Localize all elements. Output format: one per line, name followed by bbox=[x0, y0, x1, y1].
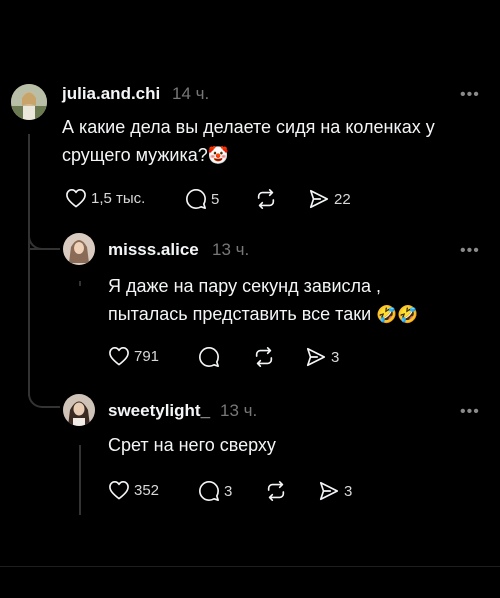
thread-line bbox=[79, 281, 81, 286]
avatar[interactable] bbox=[63, 394, 95, 426]
reply-text-line: Я даже на пару секунд зависла , bbox=[108, 276, 382, 296]
like-button[interactable]: 1,5 тыс. bbox=[65, 188, 145, 208]
repost-button[interactable] bbox=[255, 188, 277, 210]
comment-icon bbox=[199, 481, 219, 501]
heart-icon bbox=[109, 481, 129, 500]
clown-emoji: 🤡 bbox=[207, 146, 229, 165]
send-button[interactable]: 3 bbox=[305, 346, 339, 368]
thread-connector bbox=[28, 226, 60, 250]
reply-text-line-body: пыталась представить все таки bbox=[108, 304, 372, 324]
like-count: 1,5 тыс. bbox=[91, 189, 146, 207]
reply-username[interactable]: misss.alice bbox=[108, 240, 199, 260]
comment-icon bbox=[199, 347, 219, 367]
send-icon bbox=[319, 481, 339, 501]
like-button[interactable]: 791 bbox=[108, 346, 159, 366]
avatar[interactable] bbox=[63, 233, 95, 265]
more-icon[interactable]: ••• bbox=[460, 243, 480, 259]
comment-count: 5 bbox=[211, 190, 220, 208]
comment-button[interactable]: 5 bbox=[185, 188, 219, 210]
more-icon[interactable]: ••• bbox=[460, 87, 480, 103]
share-count: 3 bbox=[331, 348, 340, 366]
post-text: А какие дела вы делаете сидя на коленках… bbox=[62, 113, 482, 170]
like-count: 352 bbox=[134, 481, 160, 499]
heart-icon bbox=[66, 189, 86, 208]
reply-text-line: пыталась представить все таки 🤣🤣 bbox=[108, 300, 419, 329]
like-button[interactable]: 352 bbox=[108, 480, 159, 500]
post-timestamp: 14 ч. bbox=[172, 84, 210, 103]
send-icon bbox=[306, 347, 326, 367]
share-count: 3 bbox=[344, 482, 353, 500]
avatar-image bbox=[63, 233, 95, 265]
avatar-image bbox=[11, 84, 47, 120]
reply-timestamp: 13 ч. bbox=[212, 240, 250, 259]
more-icon[interactable]: ••• bbox=[460, 404, 480, 420]
avatar-image bbox=[63, 394, 95, 426]
repost-icon bbox=[267, 481, 285, 501]
avatar[interactable] bbox=[11, 84, 47, 120]
share-count: 22 bbox=[334, 190, 351, 208]
comment-icon bbox=[186, 189, 206, 209]
laughing-emoji: 🤣🤣 bbox=[376, 305, 419, 324]
send-button[interactable]: 3 bbox=[318, 480, 352, 502]
post-username[interactable]: julia.and.chi bbox=[62, 84, 160, 104]
heart-icon bbox=[109, 347, 129, 366]
like-count: 791 bbox=[134, 347, 160, 365]
thread-line bbox=[28, 134, 30, 396]
send-icon bbox=[309, 189, 329, 209]
thread-line bbox=[79, 445, 81, 515]
comment-button[interactable] bbox=[198, 346, 220, 368]
post-text-body: А какие дела вы делаете сидя на коленках… bbox=[62, 117, 435, 165]
send-button[interactable]: 22 bbox=[308, 188, 351, 210]
reply-timestamp: 13 ч. bbox=[220, 401, 258, 420]
thread-connector bbox=[28, 382, 60, 408]
reply-username[interactable]: sweetylight_ bbox=[108, 401, 210, 421]
divider bbox=[0, 566, 500, 567]
repost-icon bbox=[257, 189, 275, 209]
comment-count: 3 bbox=[224, 482, 233, 500]
comment-button[interactable]: 3 bbox=[198, 480, 232, 502]
repost-button[interactable] bbox=[265, 480, 287, 502]
thread: julia.and.chi 14 ч. ••• А какие дела вы … bbox=[0, 0, 500, 598]
reply-text: Срет на него сверху bbox=[108, 435, 276, 455]
repost-button[interactable] bbox=[253, 346, 275, 368]
repost-icon bbox=[255, 347, 273, 367]
